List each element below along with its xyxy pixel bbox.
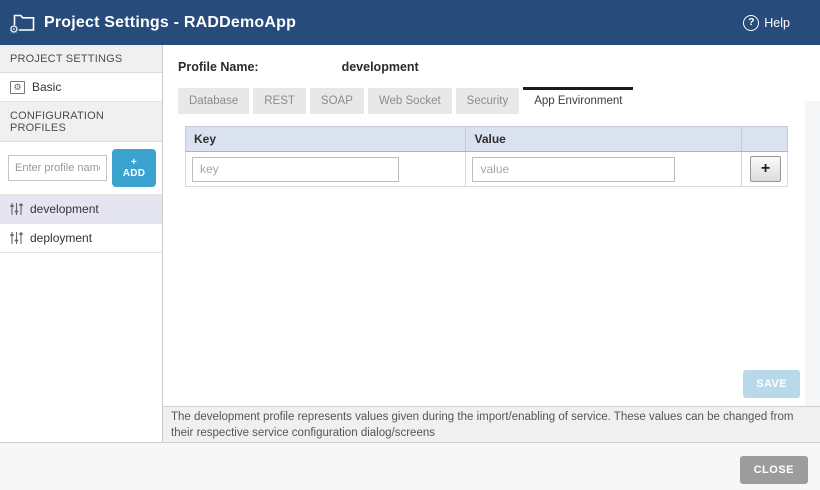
profile-name-row: Profile Name: development bbox=[178, 60, 419, 74]
key-column-header: Key bbox=[186, 127, 466, 152]
tab-web-socket[interactable]: Web Socket bbox=[368, 88, 452, 114]
close-button[interactable]: CLOSE bbox=[740, 456, 808, 484]
sidebar-item-deployment[interactable]: deployment bbox=[0, 224, 162, 253]
tab-soap[interactable]: SOAP bbox=[310, 88, 364, 114]
dialog-footer: CLOSE bbox=[0, 443, 820, 490]
add-profile-button[interactable]: + ADD bbox=[112, 149, 156, 187]
question-circle-icon: ? bbox=[743, 15, 759, 31]
sliders-icon bbox=[10, 202, 23, 216]
sidebar-item-basic-label: Basic bbox=[32, 80, 61, 94]
sidebar-item-basic[interactable]: ⚙ Basic bbox=[0, 73, 162, 102]
tab-security[interactable]: Security bbox=[456, 88, 520, 114]
actions-column-header bbox=[741, 127, 787, 152]
key-input[interactable] bbox=[192, 157, 399, 182]
profile-name-value: development bbox=[342, 60, 419, 74]
value-column-header: Value bbox=[466, 127, 742, 152]
help-button[interactable]: ? Help bbox=[743, 0, 790, 45]
profile-name-input[interactable] bbox=[8, 155, 107, 181]
main-content: Profile Name: development Database REST … bbox=[163, 45, 820, 407]
profile-item-label: deployment bbox=[30, 231, 92, 245]
profile-add-row: + ADD bbox=[0, 142, 162, 195]
tab-app-environment[interactable]: App Environment bbox=[523, 87, 633, 114]
sliders-icon bbox=[10, 231, 23, 245]
sidebar: PROJECT SETTINGS ⚙ Basic CONFIGURATION P… bbox=[0, 45, 163, 443]
env-table-header-row: Key Value bbox=[186, 127, 788, 152]
value-input[interactable] bbox=[472, 157, 675, 182]
project-settings-folder-icon: ⚙ bbox=[13, 13, 35, 32]
env-table-input-row: + bbox=[186, 152, 788, 187]
dialog-title: Project Settings - RADDemoApp bbox=[44, 14, 296, 32]
help-label: Help bbox=[764, 16, 790, 30]
section-header-configuration-profiles: CONFIGURATION PROFILES bbox=[0, 102, 162, 142]
add-row-button[interactable]: + bbox=[750, 156, 781, 182]
tab-database[interactable]: Database bbox=[178, 88, 249, 114]
save-button[interactable]: SAVE bbox=[743, 370, 800, 398]
sidebar-item-development[interactable]: development bbox=[0, 195, 162, 224]
section-header-project-settings: PROJECT SETTINGS bbox=[0, 45, 162, 73]
basic-settings-icon: ⚙ bbox=[10, 81, 25, 94]
profile-item-label: development bbox=[30, 202, 99, 216]
info-text: The development profile represents value… bbox=[163, 406, 820, 443]
env-table: Key Value + bbox=[185, 126, 788, 187]
dialog-header: ⚙ Project Settings - RADDemoApp ? Help bbox=[0, 0, 820, 45]
tab-bar: Database REST SOAP Web Socket Security A… bbox=[178, 86, 820, 114]
profile-name-label: Profile Name: bbox=[178, 60, 259, 74]
background-strip bbox=[805, 101, 820, 407]
tab-rest[interactable]: REST bbox=[253, 88, 306, 114]
gear-icon: ⚙ bbox=[9, 25, 19, 36]
